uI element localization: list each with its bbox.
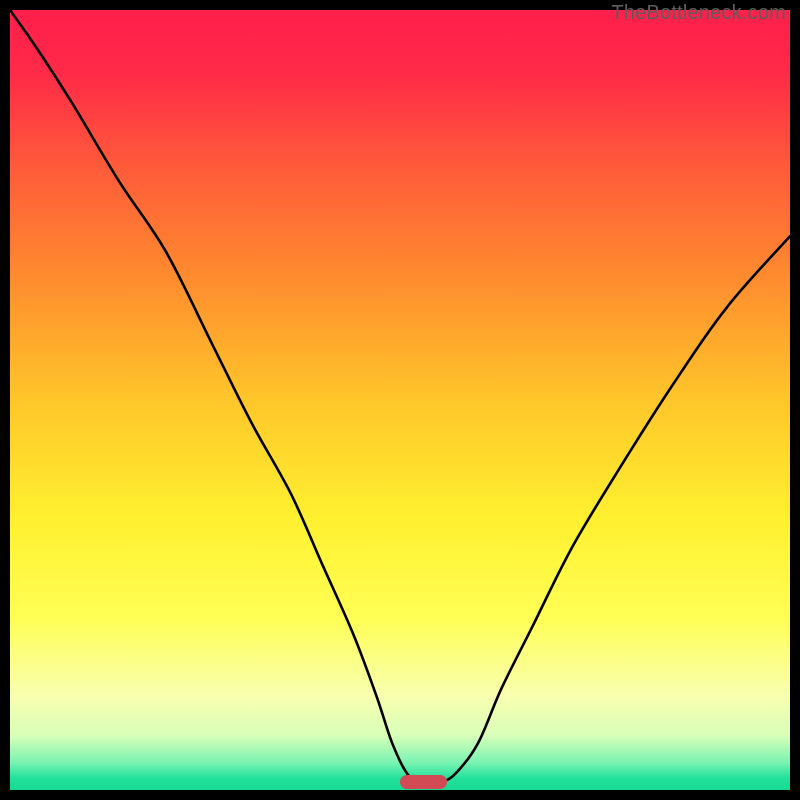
chart-frame: TheBottleneck.com bbox=[0, 0, 800, 800]
bottleneck-curve bbox=[10, 10, 790, 790]
optimal-marker bbox=[400, 775, 447, 789]
attribution-text: TheBottleneck.com bbox=[611, 2, 786, 25]
plot-area bbox=[10, 10, 790, 790]
